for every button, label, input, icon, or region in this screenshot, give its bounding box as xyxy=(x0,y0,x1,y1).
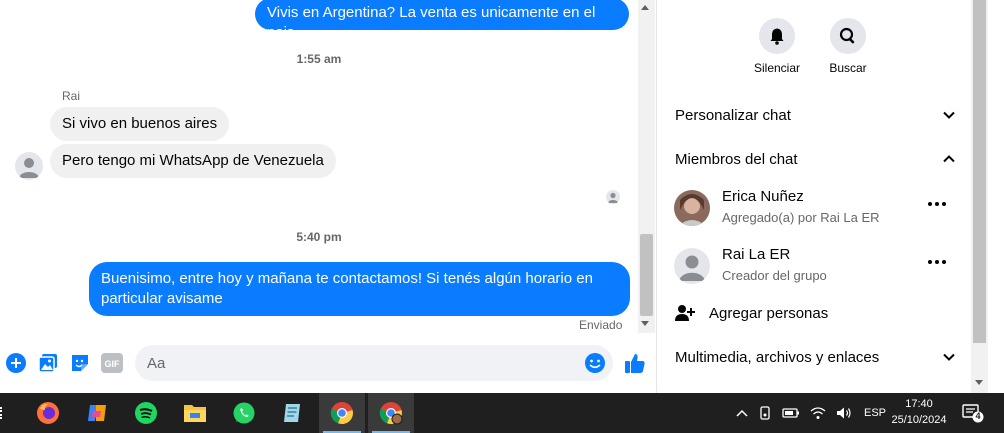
member-subtitle: Agregado(a) por Rai La ER xyxy=(722,210,880,225)
clock-date: 25/10/2024 xyxy=(891,414,947,426)
search-action[interactable]: Buscar xyxy=(808,18,888,75)
chat-pane: Vivis en Argentina? La venta es unicamen… xyxy=(0,0,657,393)
volume-icon[interactable] xyxy=(836,406,852,420)
customize-chat-label: Personalizar chat xyxy=(675,106,791,124)
app-root: Vivis en Argentina? La venta es unicamen… xyxy=(0,0,1004,433)
timestamp: 5:40 pm xyxy=(296,230,342,244)
search-icon[interactable] xyxy=(830,18,866,54)
device-icon[interactable] xyxy=(758,406,772,420)
scroll-thumb[interactable] xyxy=(973,0,986,343)
system-tray: ESP xyxy=(736,393,886,433)
member-subtitle: Creador del grupo xyxy=(722,268,827,283)
customize-chat-row[interactable]: Personalizar chat xyxy=(675,102,955,128)
message-bubble-outgoing[interactable]: Buenisimo, entre hoy y mañana te contact… xyxy=(89,262,630,316)
mute-action[interactable]: Silenciar xyxy=(737,18,817,75)
emoji-icon[interactable] xyxy=(584,352,606,374)
firefox-icon[interactable] xyxy=(25,393,71,433)
chevron-down-icon xyxy=(943,111,955,119)
scroll-down-arrow-icon[interactable] xyxy=(641,321,649,326)
wifi-icon[interactable] xyxy=(810,406,826,420)
language-indicator[interactable]: ESP xyxy=(864,407,886,419)
battery-icon[interactable] xyxy=(782,407,800,419)
chat-scrollbar[interactable] xyxy=(638,0,655,333)
media-files-links-label: Multimedia, archivos y enlaces xyxy=(675,348,880,366)
timestamp: 1:55 am xyxy=(296,52,342,66)
clock-time: 17:40 xyxy=(905,398,933,410)
message-bubble-incoming[interactable]: Si vivo en buenos aires xyxy=(50,107,230,141)
chevron-down-icon xyxy=(943,353,955,361)
message-text: Vivis en Argentina? La venta es unicamen… xyxy=(267,4,596,41)
message-composer: GIF xyxy=(0,340,657,390)
message-input[interactable] xyxy=(135,345,613,381)
message-text: Pero tengo mi WhatsApp de Venezuela xyxy=(62,152,324,169)
whatsapp-icon[interactable] xyxy=(221,393,267,433)
message-text-line: Buenisimo, entre hoy y mañana te contact… xyxy=(101,270,593,287)
more-options-icon[interactable] xyxy=(928,200,948,208)
chevron-up-icon xyxy=(943,155,955,163)
spotify-icon[interactable] xyxy=(123,393,169,433)
copilot-icon[interactable] xyxy=(74,393,120,433)
chevron-up-icon[interactable] xyxy=(736,409,748,417)
mute-label: Silenciar xyxy=(753,61,801,75)
seen-indicator-avatar xyxy=(606,190,620,204)
message-bubble-outgoing[interactable]: Vivis en Argentina? La venta es unicamen… xyxy=(255,0,629,41)
search-label: Buscar xyxy=(829,61,867,75)
sticker-icon[interactable] xyxy=(69,352,91,374)
clock[interactable]: 17:40 25/10/2024 xyxy=(884,396,954,428)
chat-details-panel: Silenciar Buscar Personalizar chat Miemb… xyxy=(658,0,971,393)
scroll-thumb[interactable] xyxy=(640,234,653,316)
bell-icon[interactable] xyxy=(759,18,795,54)
scroll-up-arrow-icon[interactable] xyxy=(641,5,649,10)
file-explorer-icon[interactable] xyxy=(172,393,218,433)
member-item[interactable]: Rai La ER Creador del grupo xyxy=(674,246,954,290)
image-icon[interactable] xyxy=(37,352,59,374)
notification-badge: 4 xyxy=(975,411,981,421)
start-edge-icon[interactable] xyxy=(0,407,4,419)
sent-status: Enviado xyxy=(579,318,623,332)
media-files-links-row[interactable]: Multimedia, archivos y enlaces xyxy=(675,344,955,370)
gif-label: GIF xyxy=(105,359,121,369)
default-user-icon xyxy=(679,255,705,281)
scroll-down-arrow-icon[interactable] xyxy=(975,380,983,385)
add-person-icon xyxy=(675,305,695,321)
member-item[interactable]: Erica Nuñez Agregado(a) por Rai La ER xyxy=(674,188,954,232)
message-text: Si vivo en buenos aires xyxy=(62,115,218,132)
like-icon[interactable] xyxy=(623,351,647,375)
plus-circle-icon[interactable] xyxy=(5,352,27,374)
profile-photo-icon xyxy=(674,190,710,226)
chrome-profile-icon[interactable] xyxy=(368,393,414,433)
chat-members-label: Miembros del chat xyxy=(675,150,798,168)
gif-icon[interactable]: GIF xyxy=(100,352,124,374)
chat-members-row[interactable]: Miembros del chat xyxy=(675,146,955,172)
chrome-icon[interactable] xyxy=(319,393,365,433)
member-name: Rai La ER xyxy=(722,246,791,263)
windows-taskbar: ESP 17:40 25/10/2024 4 xyxy=(0,393,1004,433)
add-people-row[interactable]: Agregar personas xyxy=(675,300,955,326)
default-user-icon xyxy=(19,158,39,178)
message-text-line: particular avisame xyxy=(101,290,223,307)
default-user-icon xyxy=(608,192,618,203)
more-options-icon[interactable] xyxy=(928,258,948,266)
sender-name: Rai xyxy=(62,89,81,103)
add-people-label: Agregar personas xyxy=(709,304,829,322)
avatar xyxy=(674,248,710,284)
sender-avatar[interactable] xyxy=(15,152,43,180)
message-bubble-incoming[interactable]: Pero tengo mi WhatsApp de Venezuela xyxy=(50,144,336,178)
notes-icon[interactable] xyxy=(270,393,316,433)
panel-scrollbar[interactable] xyxy=(971,0,988,393)
notification-center-icon[interactable]: 4 xyxy=(962,403,984,423)
member-name: Erica Nuñez xyxy=(722,188,804,205)
avatar xyxy=(674,190,710,226)
